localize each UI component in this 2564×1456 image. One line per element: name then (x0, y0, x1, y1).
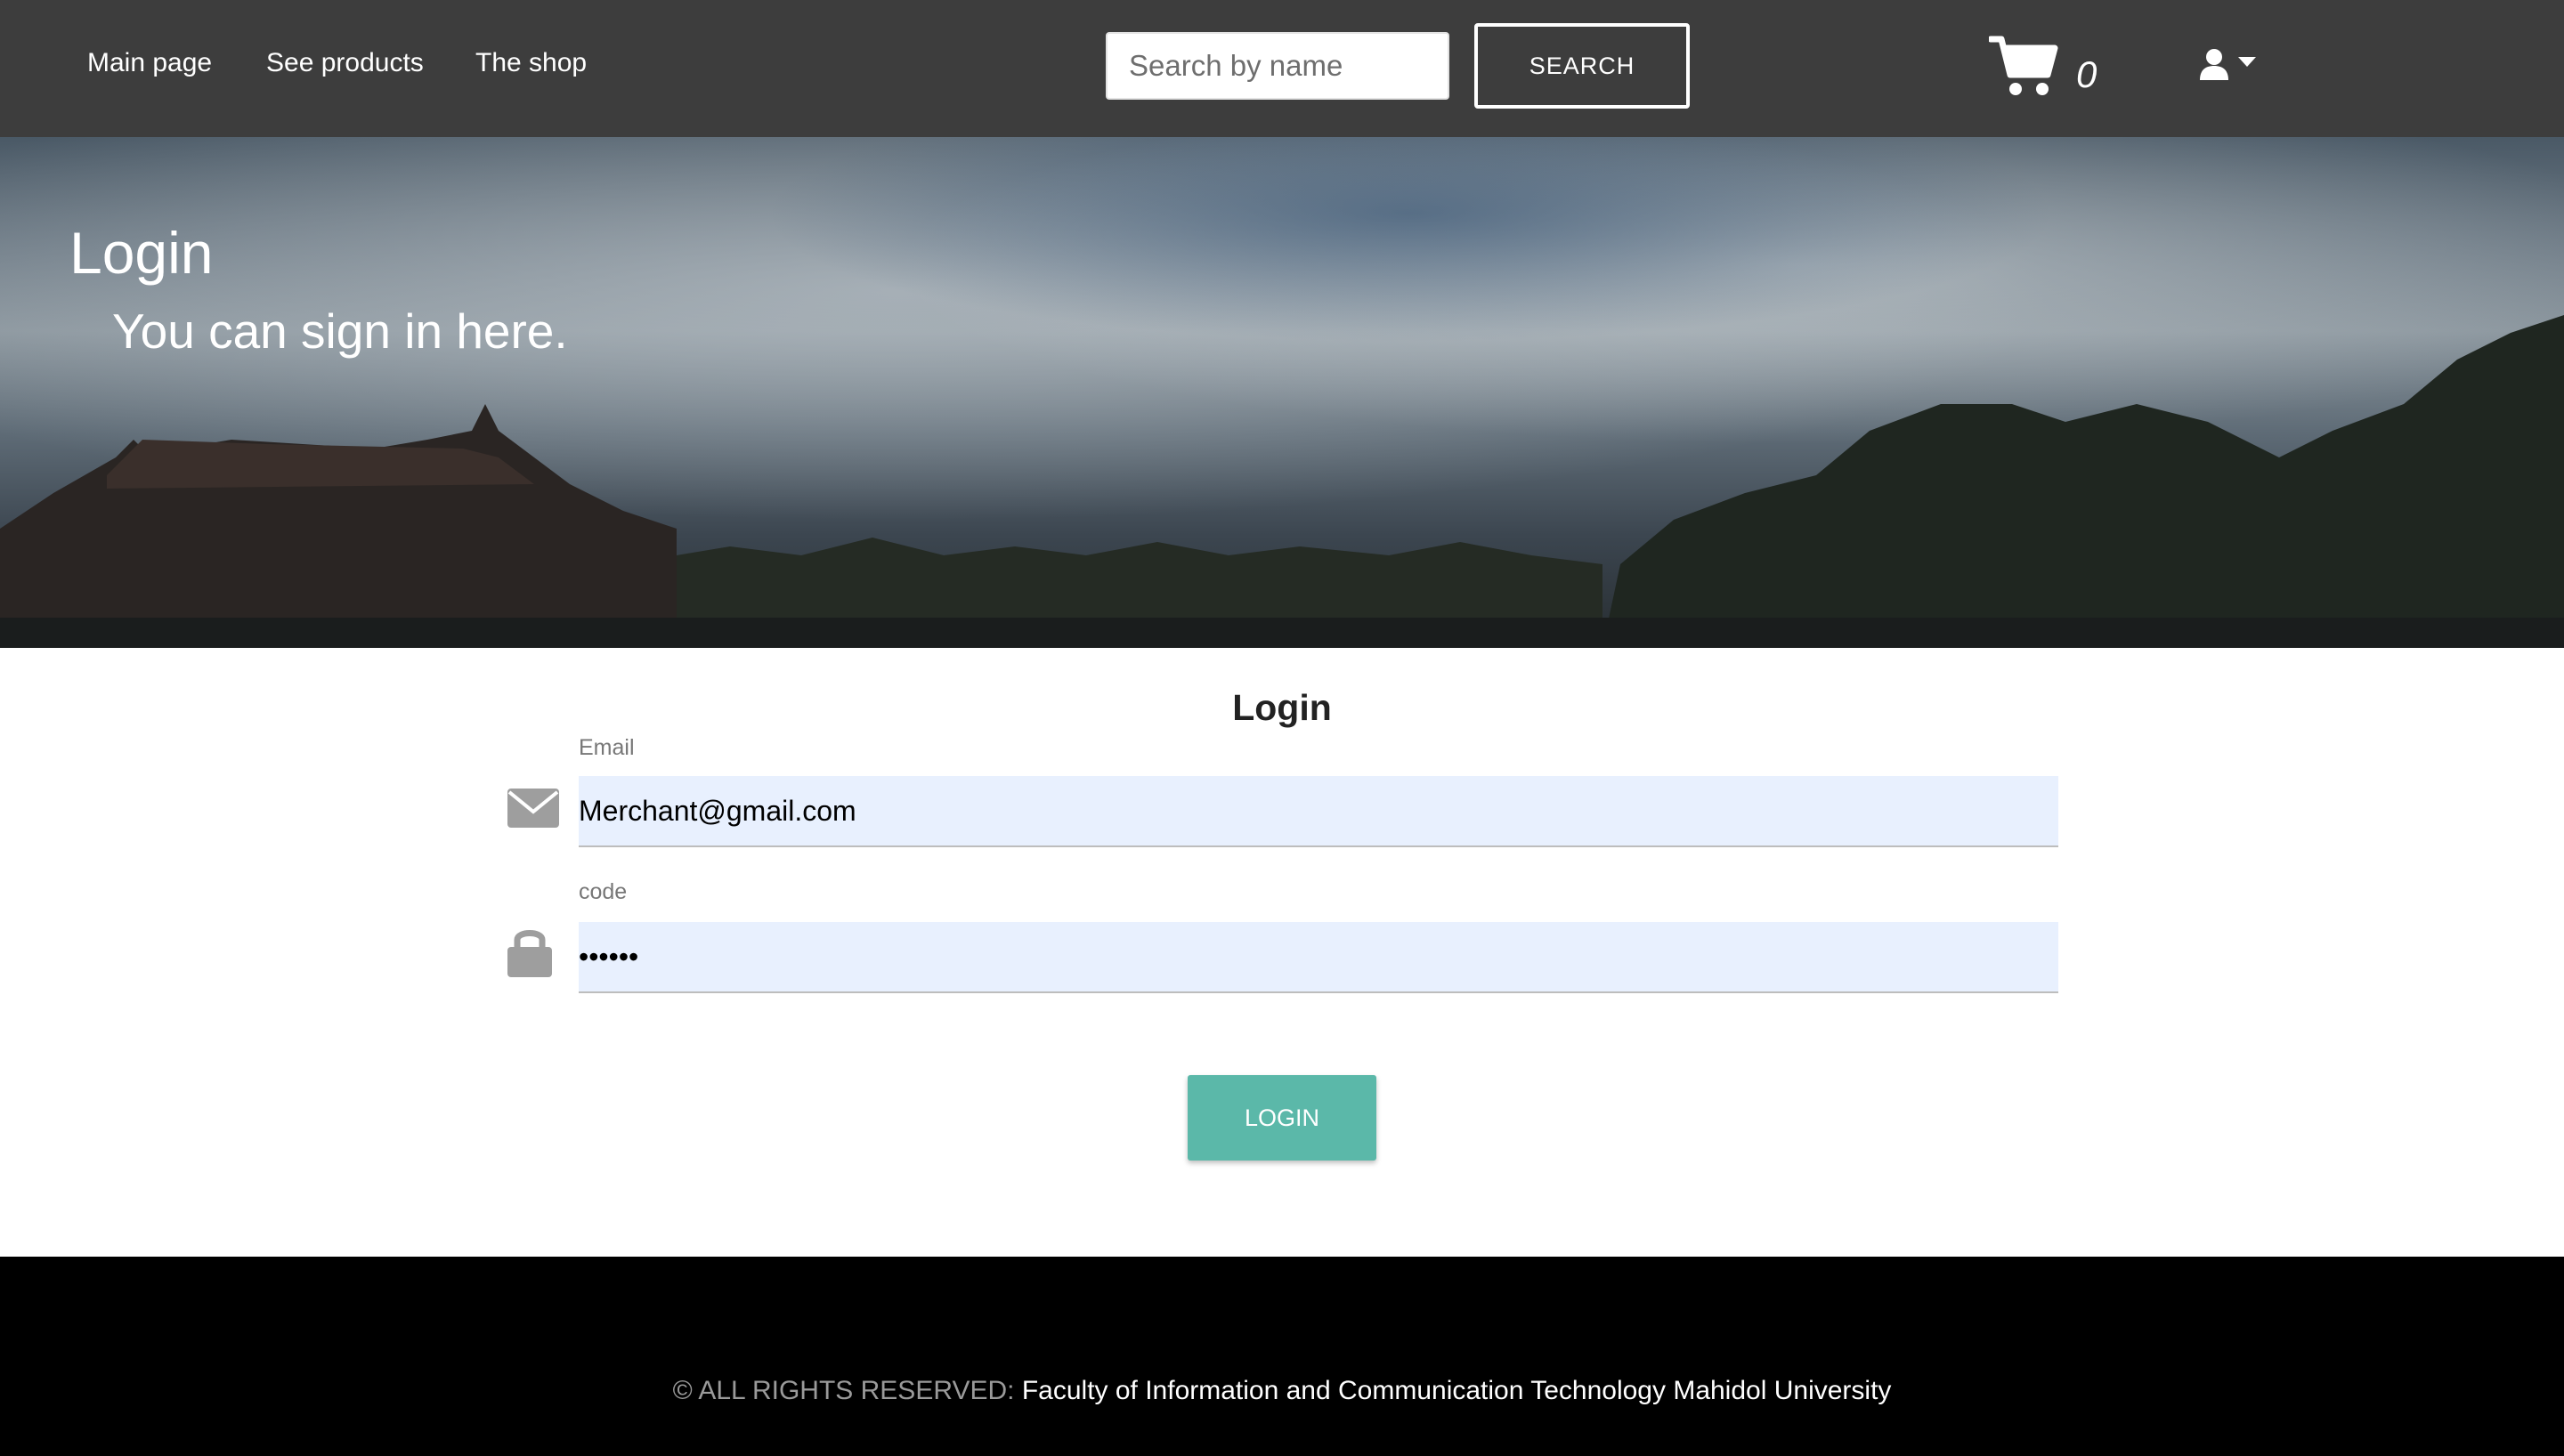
code-label: code (579, 879, 628, 904)
shopping-cart-icon (1989, 36, 2058, 95)
hero-banner: Login You can sign in here. (0, 137, 2564, 648)
caret-down-icon (2238, 57, 2256, 67)
nav-link-main-page[interactable]: Main page (87, 48, 212, 78)
user-icon (2200, 49, 2228, 80)
footer-text: © ALL RIGHTS RESERVED: Faculty of Inform… (0, 1376, 2564, 1406)
top-navbar: Main page See products The shop SEARCH 0 (0, 0, 2564, 137)
footer-rights: © ALL RIGHTS RESERVED: (672, 1376, 1015, 1405)
login-button[interactable]: LOGIN (1188, 1075, 1376, 1161)
footer: © ALL RIGHTS RESERVED: Faculty of Inform… (0, 1257, 2564, 1456)
lock-icon (507, 930, 552, 977)
cart-button[interactable]: 0 (1989, 34, 2114, 105)
user-menu-dropdown[interactable] (2199, 44, 2263, 89)
code-field[interactable] (579, 922, 2058, 993)
nav-link-see-products[interactable]: See products (266, 48, 424, 78)
envelope-icon (507, 789, 559, 828)
email-field[interactable] (579, 776, 2058, 847)
email-label: Email (579, 735, 635, 760)
login-form-heading: Login (1232, 687, 1332, 728)
nav-link-the-shop[interactable]: The shop (475, 48, 587, 78)
hero-subtitle: You can sign in here. (112, 303, 568, 359)
hero-title: Login (69, 220, 214, 286)
hero-background-image (0, 137, 2564, 648)
search-input[interactable] (1106, 32, 1449, 100)
search-button[interactable]: SEARCH (1474, 23, 1690, 109)
cart-count: 0 (2076, 53, 2097, 95)
footer-organization: Faculty of Information and Communication… (1021, 1376, 1892, 1405)
